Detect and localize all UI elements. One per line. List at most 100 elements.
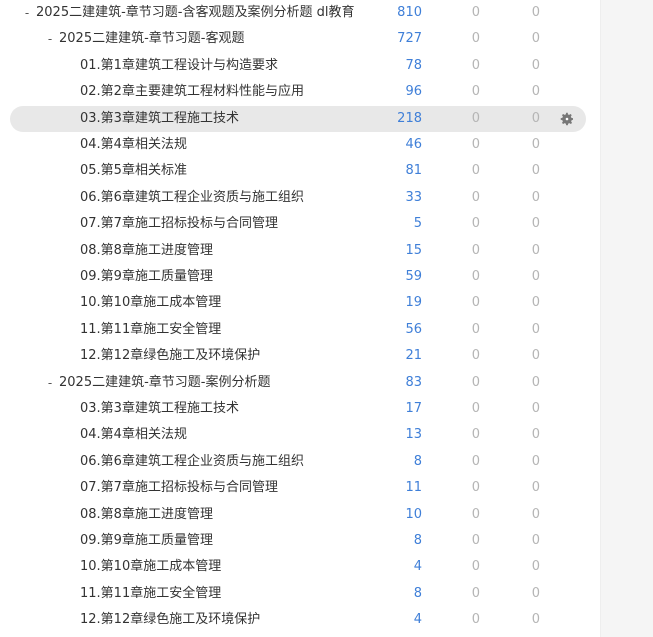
deck-name[interactable]: 07.第7章施工招标投标与合同管理 [80, 475, 278, 501]
learn-count: 0 [531, 110, 540, 126]
tree-deck-row[interactable]: 11.第11章施工安全管理 8 0 0 [0, 581, 600, 607]
new-count: 0 [471, 559, 480, 575]
new-count: 0 [471, 480, 480, 496]
deck-name[interactable]: 04.第4章相关法规 [80, 132, 187, 158]
learn-count: 0 [531, 216, 540, 232]
learn-count: 0 [531, 321, 540, 337]
tree-deck-row[interactable]: 11.第11章施工安全管理 56 0 0 [0, 317, 600, 343]
due-count: 17 [405, 401, 422, 416]
deck-name[interactable]: 02.第2章主要建筑工程材料性能与应用 [80, 79, 304, 105]
new-count: 0 [471, 295, 480, 311]
learn-count: 0 [531, 84, 540, 100]
deck-name[interactable]: 11.第11章施工安全管理 [80, 317, 221, 343]
learn-count: 0 [531, 31, 540, 47]
tree-deck-row[interactable]: 07.第7章施工招标投标与合同管理 11 0 0 [0, 475, 600, 501]
due-count: 727 [397, 31, 422, 47]
deck-tree: -2025二建建筑-章节习题-含客观题及案例分析题 dl教育 810 0 0-2025… [0, 0, 600, 637]
tree-deck-row[interactable]: 10.第10章施工成本管理 4 0 0 [0, 554, 600, 580]
tree-deck-row[interactable]: 06.第6章建筑工程企业资质与施工组织 33 0 0 [0, 185, 600, 211]
tree-deck-row[interactable]: 04.第4章相关法规 13 0 0 [0, 422, 600, 448]
deck-name[interactable]: 2025二建建筑-章节习题-客观题 [59, 26, 244, 52]
tree-group-row[interactable]: -2025二建建筑-章节习题-含客观题及案例分析题 dl教育 810 0 0 [0, 0, 600, 26]
tree-deck-row[interactable]: 04.第4章相关法规 46 0 0 [0, 132, 600, 158]
deck-name[interactable]: 12.第12章绿色施工及环境保护 [80, 343, 260, 369]
tree-group-row[interactable]: -2025二建建筑-章节习题-案例分析题 83 0 0 [0, 370, 600, 396]
new-count: 0 [471, 269, 480, 284]
deck-name[interactable]: 06.第6章建筑工程企业资质与施工组织 [80, 185, 304, 211]
tree-deck-row[interactable]: 03.第3章建筑工程施工技术 218 0 0 [0, 105, 600, 132]
new-count: 0 [471, 242, 480, 258]
deck-name[interactable]: 10.第10章施工成本管理 [80, 290, 221, 316]
tree-deck-row[interactable]: 02.第2章主要建筑工程材料性能与应用 96 0 0 [0, 79, 600, 105]
new-count: 0 [471, 533, 480, 548]
collapse-toggle[interactable]: - [45, 370, 55, 396]
due-count: 8 [413, 533, 422, 548]
learn-count: 0 [531, 480, 540, 496]
due-count: 13 [405, 427, 422, 443]
tree-deck-row[interactable]: 12.第12章绿色施工及环境保护 4 0 0 [0, 607, 600, 633]
learn-count: 0 [531, 269, 540, 284]
tree-deck-row[interactable]: 09.第9章施工质量管理 8 0 0 [0, 528, 600, 554]
due-count: 83 [405, 374, 422, 390]
new-count: 0 [471, 612, 480, 628]
learn-count: 0 [531, 453, 540, 469]
tree-deck-row[interactable]: 08.第8章施工进度管理 15 0 0 [0, 238, 600, 264]
tree-deck-row[interactable]: 06.第6章建筑工程企业资质与施工组织 8 0 0 [0, 449, 600, 475]
due-count: 56 [405, 321, 422, 337]
due-count: 8 [413, 585, 422, 601]
deck-name[interactable]: 12.第12章绿色施工及环境保护 [80, 607, 260, 633]
due-count: 78 [405, 57, 422, 73]
deck-name[interactable]: 05.第5章相关标准 [80, 158, 187, 184]
scrollbar-track[interactable] [600, 0, 653, 637]
deck-name[interactable]: 09.第9章施工质量管理 [80, 528, 213, 554]
due-count: 59 [405, 269, 422, 284]
learn-count: 0 [531, 137, 540, 152]
deck-name[interactable]: 06.第6章建筑工程企业资质与施工组织 [80, 449, 304, 475]
tree-deck-row[interactable]: 12.第12章绿色施工及环境保护 21 0 0 [0, 343, 600, 369]
learn-count: 0 [531, 612, 540, 628]
learn-count: 0 [531, 374, 540, 390]
deck-name[interactable]: 03.第3章建筑工程施工技术 [80, 396, 239, 422]
gear-icon[interactable] [559, 111, 575, 127]
new-count: 0 [471, 110, 480, 126]
deck-name[interactable]: 01.第1章建筑工程设计与构造要求 [80, 53, 278, 79]
due-count: 11 [405, 480, 422, 496]
deck-name[interactable]: 09.第9章施工质量管理 [80, 264, 213, 290]
new-count: 0 [471, 137, 480, 152]
tree-deck-row[interactable]: 10.第10章施工成本管理 19 0 0 [0, 290, 600, 316]
due-count: 81 [405, 163, 422, 179]
deck-name[interactable]: 11.第11章施工安全管理 [80, 581, 221, 607]
collapse-toggle[interactable]: - [45, 26, 55, 52]
due-count: 10 [405, 506, 422, 522]
new-count: 0 [471, 84, 480, 100]
due-count: 19 [405, 295, 422, 311]
tree-deck-row[interactable]: 09.第9章施工质量管理 59 0 0 [0, 264, 600, 290]
tree-deck-row[interactable]: 01.第1章建筑工程设计与构造要求 78 0 0 [0, 53, 600, 79]
new-count: 0 [471, 348, 480, 364]
tree-deck-row[interactable]: 03.第3章建筑工程施工技术 17 0 0 [0, 396, 600, 422]
tree-group-row[interactable]: -2025二建建筑-章节习题-客观题 727 0 0 [0, 26, 600, 52]
new-count: 0 [471, 427, 480, 443]
tree-deck-row[interactable]: 05.第5章相关标准 81 0 0 [0, 158, 600, 184]
deck-name[interactable]: 03.第3章建筑工程施工技术 [80, 106, 239, 132]
tree-deck-row[interactable]: 07.第7章施工招标投标与合同管理 5 0 0 [0, 211, 600, 237]
new-count: 0 [471, 321, 480, 337]
new-count: 0 [471, 506, 480, 522]
deck-name[interactable]: 08.第8章施工进度管理 [80, 238, 213, 264]
tree-deck-row[interactable]: 08.第8章施工进度管理 10 0 0 [0, 502, 600, 528]
deck-name[interactable]: 10.第10章施工成本管理 [80, 554, 221, 580]
new-count: 0 [471, 216, 480, 232]
learn-count: 0 [531, 401, 540, 416]
due-count: 810 [397, 5, 422, 20]
deck-name[interactable]: 08.第8章施工进度管理 [80, 502, 213, 528]
deck-name[interactable]: 2025二建建筑-章节习题-案例分析题 [59, 370, 270, 396]
deck-name[interactable]: 04.第4章相关法规 [80, 422, 187, 448]
due-count: 8 [413, 453, 422, 469]
new-count: 0 [471, 374, 480, 390]
collapse-toggle[interactable]: - [22, 0, 32, 26]
learn-count: 0 [531, 5, 540, 20]
learn-count: 0 [531, 506, 540, 522]
deck-name[interactable]: 2025二建建筑-章节习题-含客观题及案例分析题 dl教育 [36, 0, 354, 26]
deck-name[interactable]: 07.第7章施工招标投标与合同管理 [80, 211, 278, 237]
due-count: 4 [413, 612, 422, 628]
